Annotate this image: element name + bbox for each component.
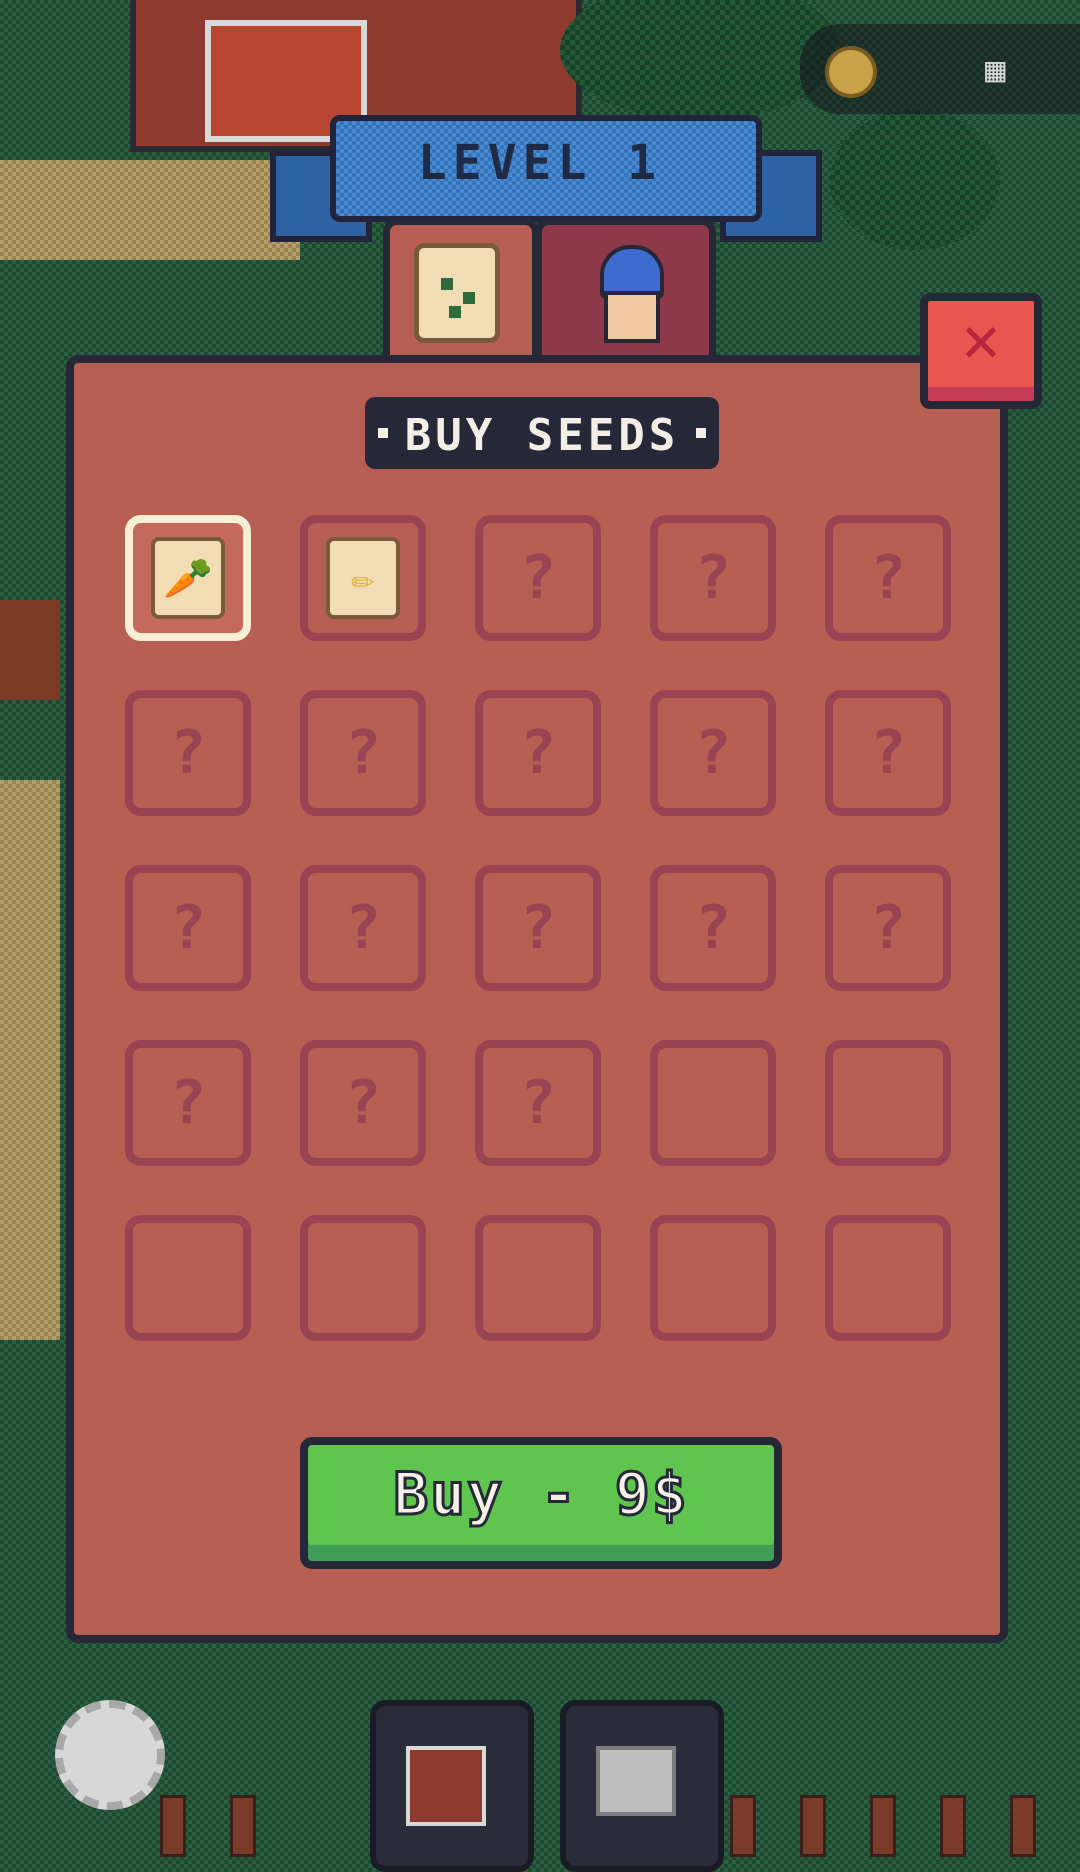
locked-question-mark: ? — [344, 718, 382, 788]
seed-slot-empty — [125, 1215, 251, 1341]
fence — [800, 1795, 826, 1857]
seed-slot-locked[interactable]: ? — [475, 1040, 601, 1166]
barn-nav-button[interactable] — [370, 1700, 534, 1872]
storage-nav-button[interactable] — [560, 1700, 724, 1872]
settings-gear-icon[interactable] — [55, 1700, 165, 1810]
locked-question-mark: ? — [869, 893, 907, 963]
locked-question-mark: ? — [694, 543, 732, 613]
locked-question-mark: ? — [869, 543, 907, 613]
seed-slot-locked[interactable]: ? — [650, 515, 776, 641]
coin-icon — [825, 46, 877, 98]
fence — [940, 1795, 966, 1857]
locked-question-mark: ? — [694, 718, 732, 788]
dirt-path — [0, 160, 300, 260]
locked-question-mark: ? — [169, 893, 207, 963]
seed-slot-locked[interactable]: ? — [125, 1040, 251, 1166]
seed-slot-locked[interactable]: ? — [300, 865, 426, 991]
fence — [730, 1795, 756, 1857]
tree — [830, 110, 1000, 250]
fence — [870, 1795, 896, 1857]
seed-bag-icon — [414, 243, 500, 343]
seed-slot-empty — [825, 1040, 951, 1166]
seed-slot-empty — [300, 1215, 426, 1341]
fox-critter — [0, 600, 60, 700]
tree-cluster — [560, 0, 840, 120]
close-icon: ✕ — [961, 303, 1001, 377]
tab-seeds[interactable] — [383, 218, 539, 365]
fence — [230, 1795, 256, 1857]
shop-title: BUY SEEDS — [404, 410, 680, 461]
corn-seed-icon: ✏ — [326, 537, 400, 619]
locked-question-mark: ? — [169, 718, 207, 788]
seed-slot-empty — [475, 1215, 601, 1341]
seed-slot-locked[interactable]: ? — [825, 865, 951, 991]
seed-slot-locked[interactable]: ? — [475, 865, 601, 991]
seed-slot-locked[interactable]: ? — [475, 690, 601, 816]
seed-slot-locked[interactable]: ? — [125, 690, 251, 816]
storage-icon — [596, 1746, 676, 1816]
seed-slot-locked[interactable]: ? — [300, 1040, 426, 1166]
tab-character[interactable] — [535, 218, 716, 365]
locked-question-mark: ? — [344, 1068, 382, 1138]
locked-question-mark: ? — [869, 718, 907, 788]
fence — [160, 1795, 186, 1857]
bunny-character-icon — [580, 245, 676, 343]
locked-question-mark: ? — [519, 543, 557, 613]
seed-slot-locked[interactable]: ? — [825, 690, 951, 816]
fence — [1010, 1795, 1036, 1857]
seed-slot-locked[interactable]: ? — [650, 865, 776, 991]
carrot-seed-icon: 🥕 — [151, 537, 225, 619]
seed-slot-locked[interactable]: ? — [475, 515, 601, 641]
seed-slot-empty — [825, 1215, 951, 1341]
dirt-path-left — [0, 780, 60, 1340]
locked-question-mark: ? — [694, 893, 732, 963]
seed-slot-corn[interactable]: ✏ — [300, 515, 426, 641]
seed-slot-locked[interactable]: ? — [300, 690, 426, 816]
seed-slot-empty — [650, 1040, 776, 1166]
locked-question-mark: ? — [519, 1068, 557, 1138]
seed-slot-locked[interactable]: ? — [650, 690, 776, 816]
seed-slot-empty — [650, 1215, 776, 1341]
barn-icon — [406, 1746, 486, 1826]
seed-slot-locked[interactable]: ? — [125, 865, 251, 991]
seed-slot-carrot[interactable]: 🥕 — [125, 515, 251, 641]
locked-question-mark: ? — [519, 718, 557, 788]
seed-slot-locked[interactable]: ? — [825, 515, 951, 641]
locked-question-mark: ? — [169, 1068, 207, 1138]
locked-question-mark: ? — [344, 893, 382, 963]
buy-button-label: Buy - 9$ — [392, 1459, 689, 1530]
menu-icon[interactable]: ▦ — [985, 50, 1041, 90]
level-label: LEVEL 1 — [417, 135, 663, 191]
locked-question-mark: ? — [519, 893, 557, 963]
